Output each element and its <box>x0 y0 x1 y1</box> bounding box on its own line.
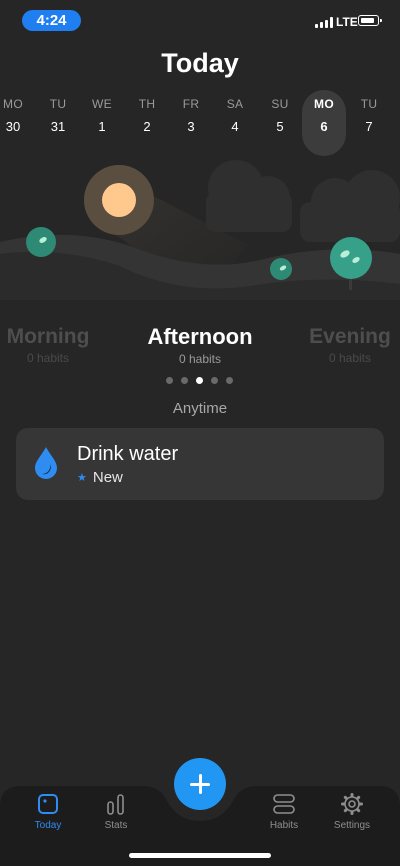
day-of-week: TU <box>49 97 67 111</box>
week-strip: MO 30 TU 31 WE 1 TH 2 FR 3 SA 4 SU 5 MO 6 TU 7 <box>0 90 400 156</box>
habit-tag-label: New <box>92 469 123 486</box>
tab-label: Today <box>34 820 62 831</box>
period-count: 0 habits <box>328 351 372 365</box>
battery-icon <box>358 15 382 26</box>
day-item[interactable]: SU 5 <box>258 90 302 156</box>
day-number: 5 <box>276 119 284 134</box>
day-number: 4 <box>231 119 239 134</box>
habits-icon <box>273 794 295 814</box>
tab-habits[interactable]: Habits <box>252 793 316 831</box>
page-title: Today <box>161 48 239 78</box>
status-bar: 4:24 LTE <box>0 0 400 44</box>
day-of-week: SU <box>271 97 289 111</box>
status-time[interactable]: 4:24 <box>22 10 81 31</box>
day-item[interactable]: MO 30 <box>0 90 35 156</box>
tab-today[interactable]: Today <box>16 793 80 831</box>
day-item[interactable]: WE 1 <box>80 90 124 156</box>
tab-settings[interactable]: Settings <box>320 793 384 831</box>
tab-stats[interactable]: Stats <box>84 793 148 831</box>
network-type: LTE <box>336 15 358 29</box>
afternoon-illustration <box>0 160 400 300</box>
period-count: 0 habits <box>26 351 70 365</box>
water-drop-icon <box>35 447 57 479</box>
day-number: 3 <box>187 119 195 134</box>
add-habit-button[interactable] <box>174 758 226 810</box>
day-number: 2 <box>143 119 151 134</box>
period-afternoon[interactable]: Afternoon 0 habits <box>120 324 280 366</box>
day-item[interactable]: SA 4 <box>213 90 257 156</box>
day-of-week: TU <box>360 97 378 111</box>
day-of-week: TH <box>138 97 156 111</box>
gear-icon <box>341 793 363 815</box>
habit-card[interactable]: Drink water ★ New <box>16 428 384 500</box>
tab-label: Settings <box>333 820 371 831</box>
page-indicator[interactable] <box>166 377 236 385</box>
period-morning[interactable]: Morning 0 habits <box>0 325 96 365</box>
period-evening[interactable]: Evening 0 habits <box>304 325 396 365</box>
page-dot <box>226 377 233 384</box>
star-icon: ★ <box>77 472 87 484</box>
day-number: 30 <box>5 119 21 134</box>
home-indicator[interactable] <box>129 853 271 858</box>
day-of-week: FR <box>182 97 200 111</box>
habit-title: Drink water <box>77 443 179 465</box>
tab-label: Habits <box>269 820 299 831</box>
period-name: Afternoon <box>147 324 253 349</box>
clouds <box>206 160 400 242</box>
stats-icon <box>107 794 124 815</box>
day-of-week: SA <box>226 97 244 111</box>
period-name: Evening <box>309 325 391 348</box>
day-of-week: MO <box>314 97 334 111</box>
day-number: 6 <box>320 119 328 134</box>
day-of-week: MO <box>3 97 23 111</box>
day-of-week: WE <box>92 97 112 111</box>
day-number: 1 <box>98 119 106 134</box>
sun-icon <box>102 183 136 217</box>
tree-icon <box>270 258 292 280</box>
page-dot-active <box>196 377 203 384</box>
tree-icon <box>26 227 56 257</box>
signal-icon <box>315 17 333 28</box>
day-number: 7 <box>365 119 373 134</box>
day-item-selected[interactable]: MO 6 <box>302 90 346 156</box>
day-number: 31 <box>50 119 66 134</box>
day-item[interactable]: FR 3 <box>169 90 213 156</box>
tab-label: Stats <box>104 820 128 831</box>
period-count: 0 habits <box>178 352 222 366</box>
habit-tag: ★ New <box>77 469 123 486</box>
period-name: Morning <box>6 325 90 348</box>
page-dot <box>166 377 173 384</box>
day-item[interactable]: TU 7 <box>347 90 391 156</box>
page-dot <box>181 377 188 384</box>
day-item[interactable]: TH 2 <box>125 90 169 156</box>
page-dot <box>211 377 218 384</box>
section-label: Anytime <box>172 400 228 417</box>
day-item[interactable]: TU 31 <box>36 90 80 156</box>
today-icon <box>38 794 58 814</box>
